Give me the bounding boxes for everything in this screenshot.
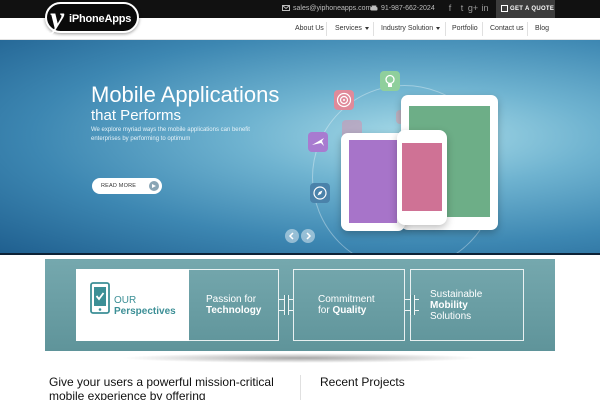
- chevron-right-icon: [306, 232, 312, 240]
- nav-item-about-us[interactable]: About Us: [295, 18, 324, 40]
- nav-label: Services: [335, 25, 362, 32]
- hero-slider: Mobile Applications that Performs We exp…: [0, 40, 600, 254]
- email-contact[interactable]: sales@yiphoneapps.com: [282, 4, 371, 14]
- slider-prev-button[interactable]: [285, 229, 299, 243]
- chevron-left-icon: [288, 232, 294, 240]
- card-line1: Passion for: [206, 294, 257, 305]
- arrow-right-icon: [149, 181, 159, 191]
- compass-icon: [310, 183, 330, 203]
- nav-item-blog[interactable]: Blog: [535, 18, 549, 40]
- perspectives-line1: OUR: [114, 295, 137, 306]
- mail-icon: [282, 5, 290, 12]
- nav-label: Contact us: [490, 25, 524, 32]
- technology-text: Passion for Technology: [189, 270, 278, 340]
- connector-link: [279, 295, 293, 315]
- nav-item-industry-solution[interactable]: Industry Solution: [381, 18, 441, 40]
- chevron-down-icon: [364, 26, 369, 30]
- card-line1: Sustainable: [430, 288, 483, 300]
- phone-icon: [370, 5, 378, 11]
- our-perspectives-card: OUR Perspectives: [76, 269, 189, 341]
- card-line1: Commitment: [318, 294, 375, 305]
- hero-subtitle: that Performs: [91, 107, 182, 124]
- technology-card: Passion for Technology: [189, 269, 279, 341]
- tablet-purple: [341, 133, 405, 231]
- quality-card: Commitment for Quality: [293, 269, 405, 341]
- nav-label: About Us: [295, 25, 324, 32]
- perspectives-section: OUR Perspectives Passion for Technology …: [45, 259, 555, 351]
- logo-letter: y: [50, 0, 65, 35]
- phone-text: 91-987-662-2024: [381, 5, 435, 12]
- perspectives-line2: Perspectives: [114, 306, 176, 317]
- target-icon: [334, 90, 354, 110]
- nav-divider: [482, 22, 483, 36]
- nav-label: Blog: [535, 25, 550, 32]
- chevron-down-icon: [436, 26, 441, 30]
- nav-divider: [326, 22, 327, 36]
- intro-text: Give your users a powerful mission-criti…: [49, 375, 274, 400]
- get-a-quote-label: GET A QUOTE: [510, 6, 555, 12]
- lightbulb-icon: [380, 71, 400, 91]
- card-line2: Mobility: [430, 299, 468, 311]
- logo-text: iPhoneApps: [69, 13, 132, 25]
- google-plus-icon[interactable]: g+: [467, 2, 479, 14]
- nav-divider: [445, 22, 446, 36]
- airplane-icon: [308, 132, 328, 152]
- quality-text: Commitment for Quality: [294, 270, 404, 340]
- nav-label: Portfolio: [452, 25, 478, 32]
- card-line3: Solutions: [430, 310, 472, 322]
- phone-pink: [397, 130, 447, 225]
- mobility-solutions-card: Sustainable Mobility Solutions: [410, 269, 524, 341]
- read-more-button[interactable]: READ MORE: [92, 178, 162, 194]
- facebook-icon[interactable]: f: [444, 2, 456, 14]
- email-text: sales@yiphoneapps.com: [293, 5, 372, 12]
- phone-contact[interactable]: 91-987-662-2024: [370, 4, 435, 14]
- get-a-quote-button[interactable]: GET A QUOTE: [496, 0, 555, 18]
- hero-title: Mobile Applications: [91, 82, 280, 107]
- nav-divider: [527, 22, 528, 36]
- section-shadow: [120, 353, 480, 363]
- mobility-text: Sustainable Mobility Solutions: [411, 270, 523, 340]
- linkedin-icon[interactable]: in: [479, 2, 491, 14]
- card-line2: Quality: [332, 305, 367, 316]
- perspectives-title: OUR Perspectives: [114, 295, 176, 317]
- hero-divider: [0, 253, 600, 255]
- nav-item-contact-us[interactable]: Contact us: [490, 18, 523, 40]
- nav-item-portfolio[interactable]: Portfolio: [452, 18, 478, 40]
- site-logo[interactable]: y iPhoneApps: [45, 0, 139, 35]
- recent-projects-heading: Recent Projects: [320, 375, 405, 389]
- card-line2-prefix: for: [318, 305, 333, 316]
- read-more-label: READ MORE: [101, 183, 137, 189]
- column-divider: [300, 375, 301, 400]
- slider-next-button[interactable]: [301, 229, 315, 243]
- card-line2: Technology: [206, 305, 262, 316]
- nav-item-services[interactable]: Services: [335, 18, 369, 40]
- mobile-check-icon: [90, 282, 110, 314]
- edit-icon: [501, 5, 508, 12]
- nav-divider: [373, 22, 374, 36]
- hero-description: We explore myriad ways the mobile applic…: [91, 127, 250, 142]
- nav-label: Industry Solution: [381, 25, 434, 32]
